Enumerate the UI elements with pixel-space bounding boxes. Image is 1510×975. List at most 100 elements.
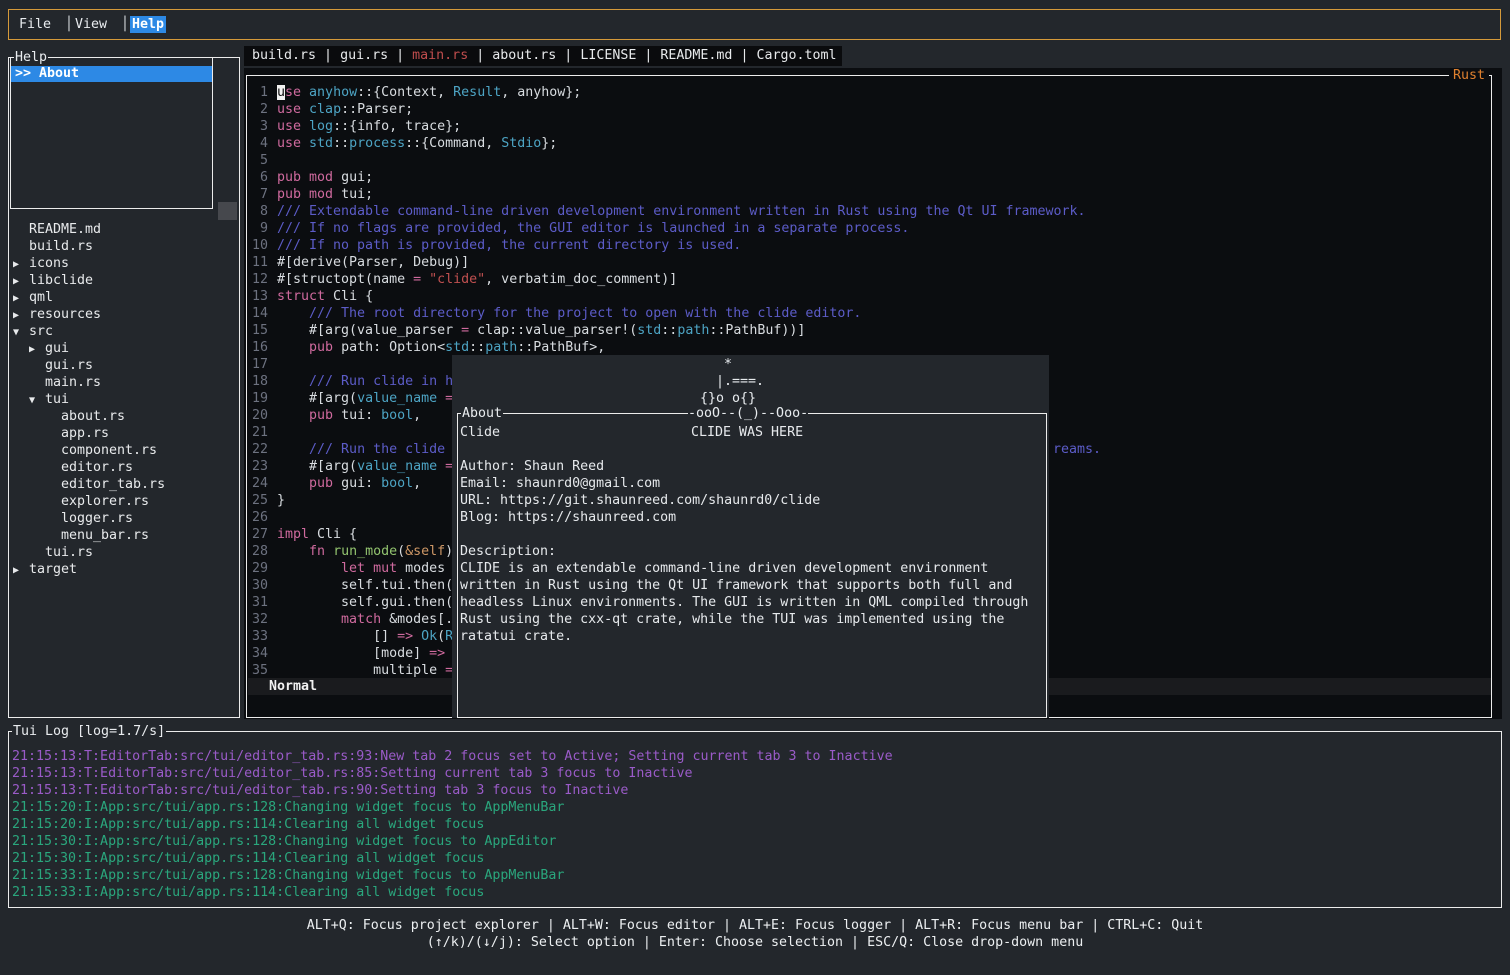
line-number: 34: [248, 645, 268, 662]
about-text-row: [460, 441, 1045, 458]
about-heading-row: ClideCLIDE WAS HERE: [460, 424, 1045, 441]
tab-gui.rs[interactable]: gui.rs: [340, 48, 388, 63]
code-line-14[interactable]: /// The root directory for the project t…: [277, 305, 1086, 322]
tree-item-icons[interactable]: ▶icons: [10, 255, 238, 272]
about-text-row: [460, 526, 1045, 543]
tree-item-gui.rs[interactable]: gui.rs: [10, 357, 238, 374]
code-line-13[interactable]: struct Cli {: [277, 288, 1086, 305]
tree-item-tui.rs[interactable]: tui.rs: [10, 544, 238, 561]
menu-separator: │: [121, 16, 129, 33]
chevron-expanded-icon[interactable]: ▼: [13, 324, 29, 341]
tab-separator: |: [556, 48, 580, 63]
about-text-row: Rust using the cxx-qt crate, while the T…: [460, 611, 1045, 628]
tree-item-about.rs[interactable]: about.rs: [10, 408, 238, 425]
tab-LICENSE[interactable]: LICENSE: [580, 48, 636, 63]
tab-about.rs[interactable]: about.rs: [492, 48, 556, 63]
code-line-2[interactable]: use clap::Parser;: [277, 101, 1086, 118]
chevron-collapsed-icon[interactable]: ▶: [13, 273, 29, 290]
tree-item-label: qml: [29, 290, 53, 305]
about-popup: About -ooO--(_)--Ooo- ClideCLIDE WAS HER…: [452, 355, 1049, 718]
tree-item-label: build.rs: [29, 239, 93, 254]
chevron-collapsed-icon[interactable]: ▶: [13, 290, 29, 307]
tab-README.md[interactable]: README.md: [660, 48, 732, 63]
tree-item-menu_bar.rs[interactable]: menu_bar.rs: [10, 527, 238, 544]
tree-item-target[interactable]: ▶target: [10, 561, 238, 578]
chevron-collapsed-icon[interactable]: ▶: [13, 256, 29, 273]
log-line: 21:15:13:T:EditorTab:src/tui/editor_tab.…: [12, 765, 893, 782]
line-number: 24: [248, 475, 268, 492]
log-line: 21:15:20:I:App:src/tui/app.rs:114:Cleari…: [12, 816, 893, 833]
code-line-16[interactable]: pub path: Option<std::path::PathBuf>,: [277, 339, 1086, 356]
code-line-15[interactable]: #[arg(value_parser = clap::value_parser!…: [277, 322, 1086, 339]
tree-item-build.rs[interactable]: build.rs: [10, 238, 238, 255]
line-number: 1: [248, 84, 268, 101]
editor-mode: Normal: [269, 679, 317, 694]
line-number: 12: [248, 271, 268, 288]
chevron-collapsed-icon[interactable]: ▶: [13, 307, 29, 324]
about-text-row: Description:: [460, 543, 1045, 560]
code-line-7[interactable]: pub mod tui;: [277, 186, 1086, 203]
line-number-gutter: 1234567891011121314151617181920212223242…: [248, 84, 268, 679]
tree-item-gui[interactable]: ▶gui: [10, 340, 238, 357]
tab-Cargo.toml[interactable]: Cargo.toml: [756, 48, 836, 63]
chevron-expanded-icon[interactable]: ▼: [29, 392, 45, 409]
about-text-row: Email: shaunrd0@gmail.com: [460, 475, 1045, 492]
code-line-5[interactable]: [277, 152, 1086, 169]
line-number: 13: [248, 288, 268, 305]
tab-build.rs[interactable]: build.rs: [252, 48, 316, 63]
tree-item-qml[interactable]: ▶qml: [10, 289, 238, 306]
code-line-12[interactable]: #[structopt(name = "clide", verbatim_doc…: [277, 271, 1086, 288]
code-line-3[interactable]: use log::{info, trace};: [277, 118, 1086, 135]
menu-bar: File│View│Help: [8, 9, 1501, 40]
about-text-row: CLIDE is an extendable command-line driv…: [460, 560, 1045, 577]
tree-item-app.rs[interactable]: app.rs: [10, 425, 238, 442]
line-number: 16: [248, 339, 268, 356]
code-line-4[interactable]: use std::process::{Command, Stdio};: [277, 135, 1086, 152]
log-panel: Tui Log [log=1.7/s] 21:15:13:T:EditorTab…: [8, 731, 1502, 908]
code-line-1[interactable]: use anyhow::{Context, Result, anyhow};: [277, 84, 1086, 101]
tree-item-resources[interactable]: ▶resources: [10, 306, 238, 323]
log-lines: 21:15:13:T:EditorTab:src/tui/editor_tab.…: [12, 748, 893, 901]
code-line-11[interactable]: #[derive(Parser, Debug)]: [277, 254, 1086, 271]
tree-item-main.rs[interactable]: main.rs: [10, 374, 238, 391]
about-text-row: Author: Shaun Reed: [460, 458, 1045, 475]
tree-item-tui[interactable]: ▼tui: [10, 391, 238, 408]
tree-item-logger.rs[interactable]: logger.rs: [10, 510, 238, 527]
line-number: 9: [248, 220, 268, 237]
tree-item-src[interactable]: ▼src: [10, 323, 238, 340]
tree-item-component.rs[interactable]: component.rs: [10, 442, 238, 459]
menu-item-help[interactable]: Help: [130, 16, 166, 33]
tree-item-explorer.rs[interactable]: explorer.rs: [10, 493, 238, 510]
log-panel-title: Tui Log [log=1.7/s]: [12, 723, 166, 740]
explorer-scrollbar-thumb[interactable]: [218, 202, 237, 220]
chevron-collapsed-icon[interactable]: ▶: [29, 341, 45, 358]
menu-item-view[interactable]: View: [75, 16, 107, 33]
line-number: 4: [248, 135, 268, 152]
tree-item-label: main.rs: [45, 375, 101, 390]
code-line-8[interactable]: /// Extendable command-line driven devel…: [277, 203, 1086, 220]
about-popup-title: About: [461, 405, 503, 422]
line-number: 26: [248, 509, 268, 526]
tree-item-label: app.rs: [61, 426, 109, 441]
line-number: 8: [248, 203, 268, 220]
tree-item-README.md[interactable]: README.md: [10, 221, 238, 238]
tree-item-label: editor_tab.rs: [61, 477, 165, 492]
code-line-6[interactable]: pub mod gui;: [277, 169, 1086, 186]
log-line: 21:15:20:I:App:src/tui/app.rs:128:Changi…: [12, 799, 893, 816]
menu-item-file[interactable]: File: [19, 16, 51, 33]
ascii-art-line: |.===.: [716, 373, 764, 390]
tree-item-libclide[interactable]: ▶libclide: [10, 272, 238, 289]
line-number: 35: [248, 662, 268, 679]
code-line-9[interactable]: /// If no flags are provided, the GUI ed…: [277, 220, 1086, 237]
tab-main.rs[interactable]: main.rs: [412, 48, 468, 63]
help-menu-item-about[interactable]: >> About: [11, 66, 212, 82]
line-number: 14: [248, 305, 268, 322]
tree-item-editor_tab.rs[interactable]: editor_tab.rs: [10, 476, 238, 493]
line-number: 18: [248, 373, 268, 390]
tree-item-label: gui: [45, 341, 69, 356]
tree-item-label: target: [29, 562, 77, 577]
tree-item-label: README.md: [29, 222, 101, 237]
tree-item-editor.rs[interactable]: editor.rs: [10, 459, 238, 476]
chevron-collapsed-icon[interactable]: ▶: [13, 562, 29, 579]
code-line-10[interactable]: /// If no path is provided, the current …: [277, 237, 1086, 254]
